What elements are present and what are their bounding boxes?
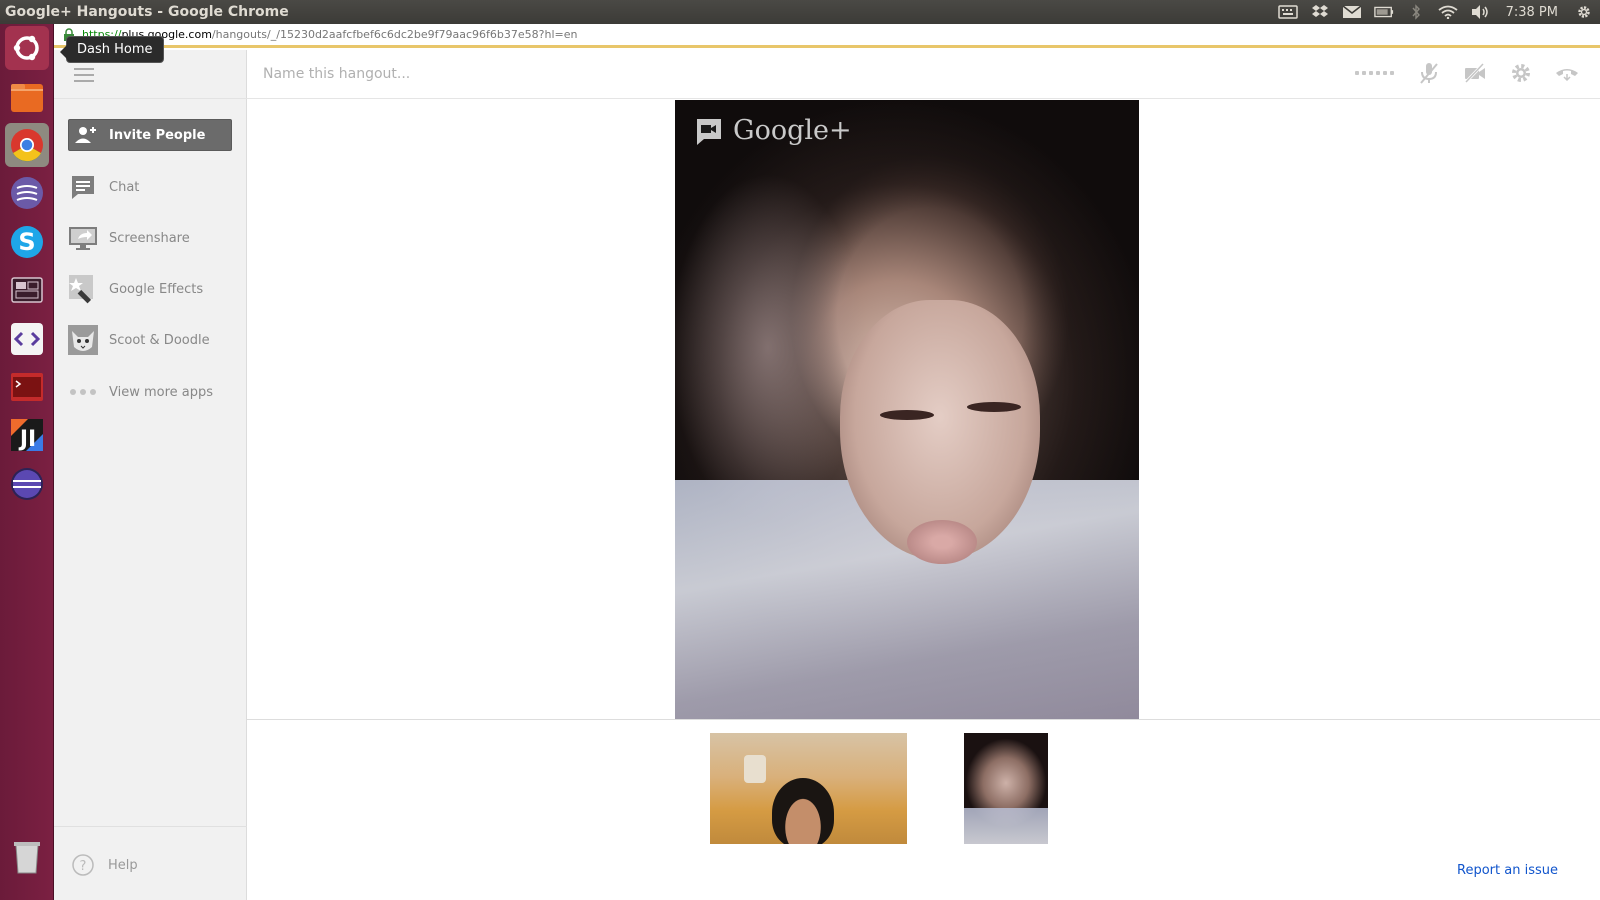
- workspace-switcher-icon: [11, 277, 43, 303]
- app-scoot-doodle-label: Scoot & Doodle: [109, 332, 210, 348]
- wifi-icon[interactable]: [1438, 4, 1458, 20]
- skype-icon: S: [11, 226, 43, 258]
- help-button[interactable]: ? Help: [72, 854, 138, 876]
- bluetooth-icon[interactable]: [1406, 4, 1426, 20]
- more-dots-icon: [68, 377, 98, 407]
- participant-thumbnail[interactable]: [710, 733, 907, 844]
- app-scoot-doodle[interactable]: Scoot & Doodle: [68, 324, 238, 356]
- video-frame-eye-left: [880, 410, 934, 420]
- app-chat-label: Chat: [109, 179, 140, 195]
- effects-icon: [68, 274, 98, 304]
- chrome-launcher-button[interactable]: [5, 123, 49, 167]
- brackets-launcher-button[interactable]: [5, 317, 49, 361]
- hangout-main: Google+ Report an issue: [247, 50, 1600, 900]
- folder-icon: [11, 84, 43, 112]
- help-divider: [54, 826, 247, 827]
- battery-icon[interactable]: [1373, 4, 1394, 20]
- add-person-icon: [75, 127, 96, 143]
- address-bar[interactable]: https://plus.google.com/hangouts/_/15230…: [54, 24, 1600, 48]
- trash-launcher-button[interactable]: [5, 834, 49, 878]
- skype-launcher-button[interactable]: S: [5, 220, 49, 264]
- svg-text:S: S: [18, 228, 35, 256]
- clock[interactable]: 7:38 PM: [1506, 5, 1558, 20]
- eclipse-launcher-button[interactable]: [5, 462, 49, 506]
- intellij-icon: JI: [11, 419, 43, 452]
- unity-launcher: S JI: [0, 24, 54, 900]
- trash-icon: [14, 842, 40, 874]
- thumbnail-participant-head: [772, 778, 834, 844]
- dash-home-tooltip: Dash Home: [60, 36, 164, 63]
- thumbnail-clothing: [964, 808, 1048, 844]
- app-view-more-label: View more apps: [109, 384, 214, 400]
- intellij-launcher-button[interactable]: JI: [5, 413, 49, 457]
- volume-icon[interactable]: [1470, 4, 1490, 20]
- app-view-more[interactable]: View more apps: [68, 376, 238, 408]
- filmstrip-divider: [247, 719, 1600, 720]
- top-panel: Google+ Hangouts - Google Chrome 7:38 PM: [0, 0, 1600, 24]
- files-launcher-button[interactable]: [5, 75, 49, 119]
- call-controls: [1352, 60, 1580, 86]
- gear-icon[interactable]: [1574, 4, 1594, 20]
- eclipse-icon: [11, 468, 43, 500]
- chrome-icon: [11, 129, 43, 162]
- window-title: Google+ Hangouts - Google Chrome: [5, 4, 289, 20]
- keyboard-icon[interactable]: [1277, 4, 1298, 20]
- settings-icon[interactable]: [1508, 60, 1534, 86]
- hangouts-camera-icon: [697, 118, 721, 145]
- self-view-thumbnail[interactable]: [964, 733, 1048, 844]
- report-issue-link[interactable]: Report an issue: [1457, 863, 1558, 878]
- main-video-feed[interactable]: Google+: [675, 100, 1139, 719]
- chat-icon: [68, 172, 98, 202]
- app-screenshare-label: Screenshare: [109, 230, 190, 246]
- video-frame-lips: [907, 520, 977, 564]
- app-google-effects-label: Google Effects: [109, 281, 204, 297]
- app-screenshare[interactable]: Screenshare: [68, 222, 238, 254]
- svg-text:?: ?: [80, 859, 87, 874]
- terminal-icon: [11, 373, 43, 401]
- scoot-doodle-icon: [68, 325, 98, 355]
- hangout-sidebar: Invite People Chat Screenshare Google Ef…: [54, 50, 247, 900]
- thumbnail-background-object: [744, 755, 766, 783]
- system-tray: 7:38 PM: [1277, 0, 1594, 24]
- hangout-name-input[interactable]: [263, 63, 663, 85]
- sidebar-divider: [54, 98, 247, 99]
- ubuntu-logo-icon: [13, 35, 39, 61]
- app-chat[interactable]: Chat: [68, 171, 238, 203]
- mute-mic-icon[interactable]: [1416, 60, 1442, 86]
- mail-icon[interactable]: [1342, 4, 1362, 20]
- brand-text: Google+: [733, 115, 852, 146]
- help-label: Help: [108, 857, 138, 873]
- code-editor-icon: [11, 323, 43, 355]
- invite-people-button[interactable]: Invite People: [68, 119, 232, 151]
- video-frame-eye-right: [967, 402, 1021, 412]
- screenshare-icon: [68, 223, 98, 253]
- workspaces-launcher-button[interactable]: [5, 268, 49, 312]
- menu-icon[interactable]: [74, 68, 94, 82]
- svg-text:JI: JI: [18, 427, 36, 452]
- terminal-launcher-button[interactable]: [5, 365, 49, 409]
- camera-off-icon[interactable]: [1462, 60, 1488, 86]
- url-path: /hangouts/_/15230d2aafcfbef6c6dc2be9f79a…: [211, 28, 578, 41]
- dropbox-icon[interactable]: [1310, 4, 1330, 20]
- google-plus-watermark: Google+: [695, 115, 852, 146]
- app-google-effects[interactable]: Google Effects: [68, 273, 238, 305]
- invite-people-label: Invite People: [109, 127, 206, 143]
- text-editor-icon: [11, 177, 43, 209]
- help-icon: ?: [72, 854, 94, 876]
- dash-home-button[interactable]: [5, 26, 49, 70]
- hangout-toolbar: [247, 50, 1600, 99]
- hang-up-icon[interactable]: [1554, 60, 1580, 86]
- signal-bars-icon[interactable]: [1352, 60, 1396, 86]
- text-editor-launcher-button[interactable]: [5, 171, 49, 215]
